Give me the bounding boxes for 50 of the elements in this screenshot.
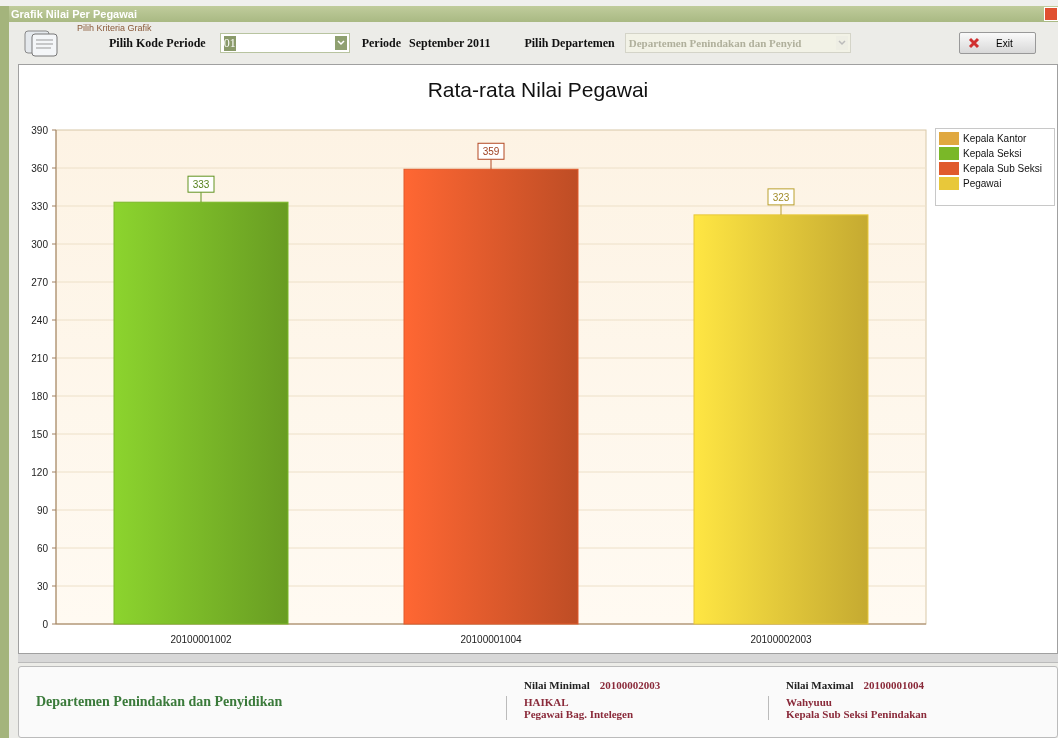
summary-label: Nilai Minimal xyxy=(524,678,590,691)
group-label: Pilih Kriteria Grafik xyxy=(77,23,152,33)
close-icon xyxy=(968,37,980,49)
exit-button[interactable]: Exit xyxy=(959,32,1036,54)
summary-label: Nilai Maximal xyxy=(786,678,854,691)
employee-position: Kepala Sub Seksi Penindakan xyxy=(786,707,928,720)
employee-position: Pegawai Bag. Intelegen xyxy=(524,707,635,720)
y-tick-label: 0 xyxy=(42,619,48,630)
legend-label: Kepala Sub Seksi xyxy=(963,163,1042,174)
y-tick-label: 90 xyxy=(36,505,48,516)
data-label: 359 xyxy=(482,146,500,158)
y-tick-label: 120 xyxy=(31,467,48,478)
y-tick-label: 60 xyxy=(36,543,48,554)
field-label: Periode xyxy=(361,35,401,51)
y-tick-label: 330 xyxy=(31,201,48,212)
x-tick-label: 20100002003 xyxy=(750,634,812,645)
employee-name: Wahyuuu xyxy=(786,695,833,708)
x-tick-label: 20100001004 xyxy=(460,634,522,645)
y-tick-label: 390 xyxy=(31,125,48,136)
chart-title: Rata-rata Nilai Pegawai xyxy=(426,77,650,103)
employee-code: 20100002003 xyxy=(599,678,661,691)
data-label: 333 xyxy=(192,179,210,191)
close-icon[interactable] xyxy=(1044,7,1058,21)
y-tick-label: 180 xyxy=(31,391,48,402)
employee-name: HAIKAL xyxy=(524,695,570,708)
data-label: 359 xyxy=(477,142,505,170)
field-label: Pilih Departemen xyxy=(524,35,615,51)
chevron-icon xyxy=(336,40,345,46)
legend-label: Kepala Kantor xyxy=(963,133,1027,144)
period-value: September 2011 xyxy=(409,35,491,51)
x-tick-label: 20100001002 xyxy=(170,634,232,645)
y-tick-label: 270 xyxy=(31,277,48,288)
chevron-icon xyxy=(837,40,846,46)
employee-code: 20100001004 xyxy=(863,678,925,691)
y-tick-label: 210 xyxy=(31,353,48,364)
legend-label: Kepala Seksi xyxy=(963,148,1022,159)
y-tick-label: 240 xyxy=(31,315,48,326)
legend-label: Pegawai xyxy=(963,178,1002,189)
documents-icon xyxy=(23,28,59,58)
window-title: Grafik Nilai Per Pegawai xyxy=(11,8,137,20)
data-label: 333 xyxy=(187,175,215,203)
field-label: Pilih Kode Periode xyxy=(109,35,206,51)
data-label: 323 xyxy=(767,188,795,216)
y-tick-label: 150 xyxy=(31,429,48,440)
data-label: 323 xyxy=(772,191,790,203)
y-tick-label: 30 xyxy=(36,581,48,592)
department-name: Departemen Penindakan dan Penyidikan xyxy=(36,694,284,710)
period-code-dropdown[interactable]: 01 xyxy=(219,33,350,53)
y-tick-label: 300 xyxy=(31,239,48,250)
y-tick-label: 360 xyxy=(31,163,48,174)
